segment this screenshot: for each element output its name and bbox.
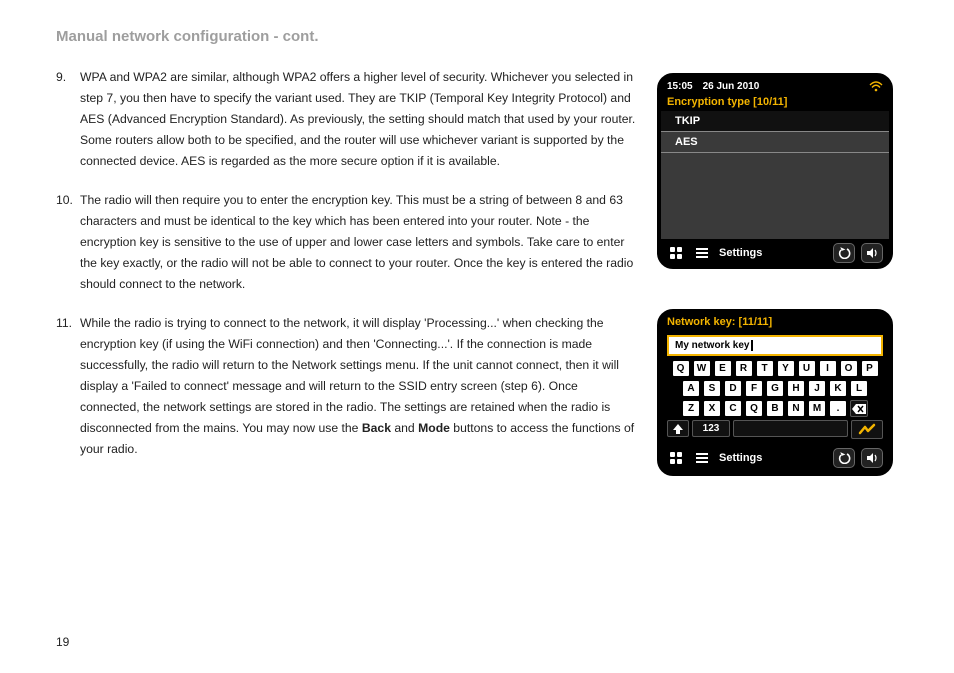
key[interactable]: C [724, 400, 742, 417]
key[interactable]: N [787, 400, 805, 417]
space-key[interactable] [733, 420, 848, 437]
step-body: WPA and WPA2 are similar, although WPA2 … [80, 67, 639, 172]
instruction-text: 9. WPA and WPA2 are similar, although WP… [56, 67, 639, 478]
key[interactable]: O [840, 360, 858, 377]
step-body: While the radio is trying to connect to … [80, 313, 639, 460]
step-9: 9. WPA and WPA2 are similar, although WP… [56, 67, 639, 172]
apps-icon[interactable] [667, 451, 685, 465]
input-value: My network key [675, 340, 749, 351]
key[interactable]: A [682, 380, 700, 397]
key[interactable]: D [724, 380, 742, 397]
page-number: 19 [56, 635, 69, 649]
step-body: The radio will then require you to enter… [80, 190, 639, 295]
text: While the radio is trying to connect to … [80, 316, 619, 435]
key[interactable]: S [703, 380, 721, 397]
key[interactable]: E [714, 360, 732, 377]
status-bar: 15:05 26 Jun 2010 [661, 77, 889, 95]
text-cursor [751, 340, 753, 351]
key[interactable]: W [693, 360, 711, 377]
mode-label: Mode [418, 421, 450, 435]
enter-key[interactable] [851, 420, 883, 439]
key[interactable]: P [861, 360, 879, 377]
option-aes[interactable]: AES [661, 132, 889, 153]
key[interactable]: U [798, 360, 816, 377]
step-11: 11. While the radio is trying to connect… [56, 313, 639, 460]
footer-bar: Settings [661, 444, 889, 472]
screen-heading: Encryption type [10/11] [661, 95, 889, 111]
settings-label[interactable]: Settings [719, 247, 762, 259]
page-title: Manual network configuration - cont. [56, 28, 914, 45]
key[interactable]: B [766, 400, 784, 417]
back-icon[interactable] [833, 243, 855, 263]
back-label: Back [362, 421, 391, 435]
step-number: 10. [56, 190, 80, 295]
backspace-key[interactable] [850, 400, 868, 417]
clock: 15:05 [667, 81, 693, 92]
key[interactable]: R [735, 360, 753, 377]
on-screen-keyboard: Q W E R T Y U I O P A S D [661, 360, 889, 444]
numbers-key[interactable]: 123 [692, 420, 730, 437]
text: and [391, 421, 418, 435]
key[interactable]: I [819, 360, 837, 377]
settings-label[interactable]: Settings [719, 452, 762, 464]
back-icon[interactable] [833, 448, 855, 468]
device-screen-network-key: Network key: [11/11] My network key Q W … [657, 309, 893, 476]
screen-heading: Network key: [11/11] [661, 313, 889, 331]
key[interactable]: K [829, 380, 847, 397]
menu-icon[interactable] [693, 246, 711, 260]
step-number: 9. [56, 67, 80, 172]
key[interactable]: F [745, 380, 763, 397]
network-key-input[interactable]: My network key [667, 335, 883, 356]
wifi-icon [869, 81, 883, 92]
option-list: TKIP AES [661, 111, 889, 239]
menu-icon[interactable] [693, 451, 711, 465]
key[interactable]: T [756, 360, 774, 377]
device-screen-encryption-type: 15:05 26 Jun 2010 Encryption type [10/11… [657, 73, 893, 269]
key[interactable]: G [766, 380, 784, 397]
key[interactable]: Z [682, 400, 700, 417]
speaker-icon[interactable] [861, 448, 883, 468]
shift-key[interactable] [667, 420, 689, 437]
key[interactable]: . [829, 400, 847, 417]
footer-bar: Settings [661, 239, 889, 267]
key[interactable]: X [703, 400, 721, 417]
key[interactable]: Q [672, 360, 690, 377]
date: 26 Jun 2010 [703, 81, 760, 92]
key[interactable]: L [850, 380, 868, 397]
step-10: 10. The radio will then require you to e… [56, 190, 639, 295]
apps-icon[interactable] [667, 246, 685, 260]
step-number: 11. [56, 313, 80, 460]
key[interactable]: J [808, 380, 826, 397]
key[interactable]: Y [777, 360, 795, 377]
option-tkip[interactable]: TKIP [661, 111, 889, 132]
speaker-icon[interactable] [861, 243, 883, 263]
key[interactable]: H [787, 380, 805, 397]
key[interactable]: M [808, 400, 826, 417]
key[interactable]: Q [745, 400, 763, 417]
